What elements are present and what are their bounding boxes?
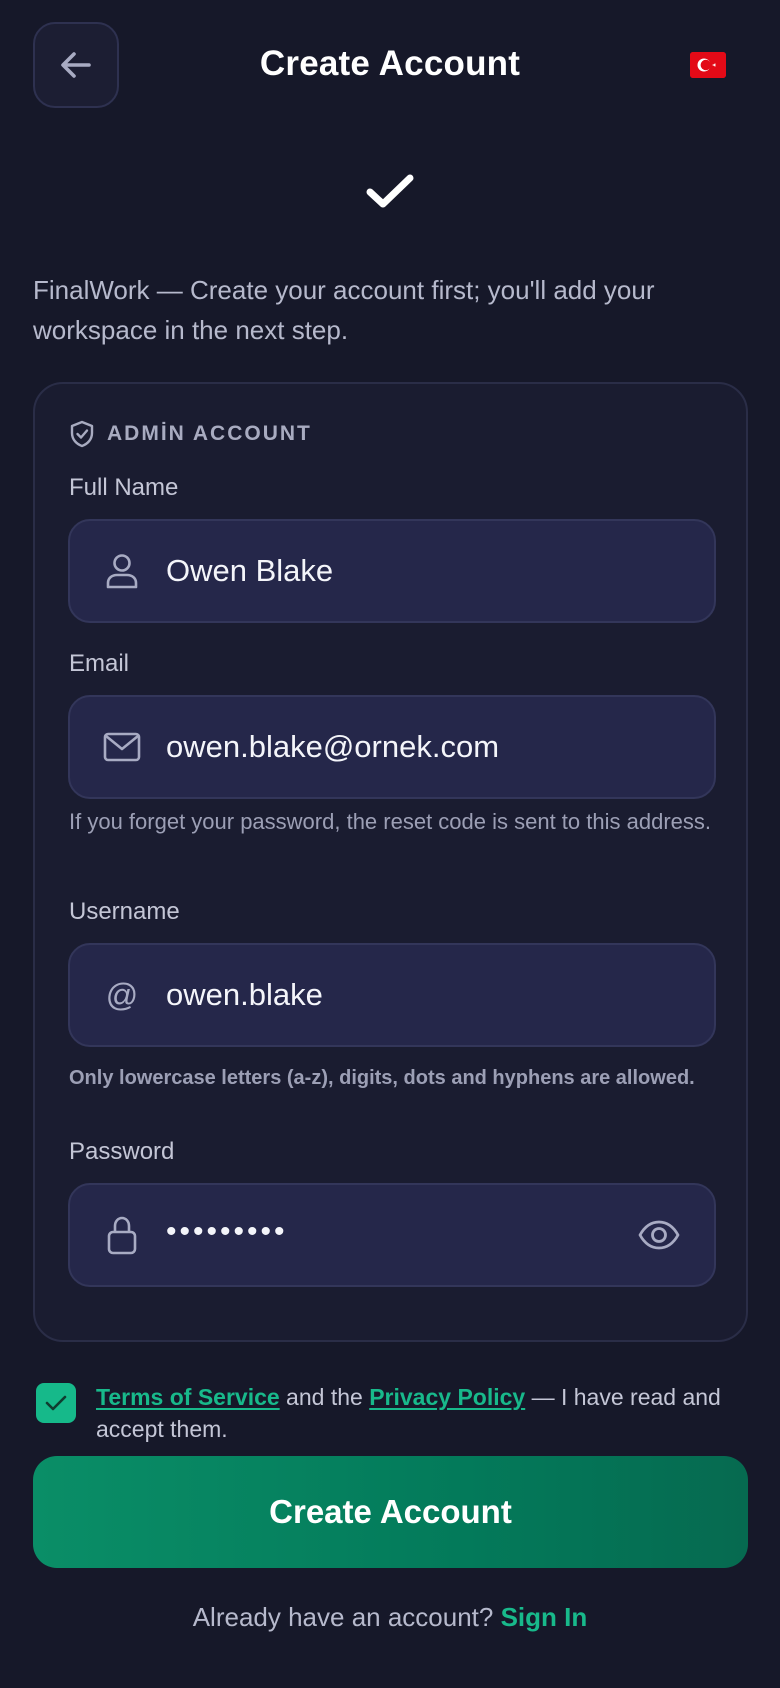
- username-input[interactable]: @ owen.blake: [68, 943, 716, 1047]
- terms-text: Terms of Service and the Privacy Policy …: [96, 1381, 756, 1445]
- terms-of-service-link[interactable]: Terms of Service: [96, 1384, 280, 1410]
- page-title: Create Account: [259, 44, 521, 83]
- terms-checkbox[interactable]: [36, 1383, 76, 1423]
- lock-icon: [102, 1215, 142, 1255]
- terms-middle-text: and the: [279, 1384, 370, 1410]
- username-label: Username: [69, 898, 180, 925]
- eye-icon[interactable]: [638, 1217, 680, 1253]
- full-name-label: Full Name: [69, 474, 179, 501]
- create-account-button[interactable]: Create Account: [33, 1456, 748, 1568]
- username-value: owen.blake: [166, 977, 323, 1012]
- header: Create Account: [0, 0, 780, 132]
- full-name-input[interactable]: Owen Blake: [68, 519, 716, 623]
- at-icon: @: [102, 975, 142, 1015]
- username-hint: Only lowercase letters (a-z), digits, do…: [69, 1067, 695, 1089]
- full-name-value: Owen Blake: [166, 553, 334, 588]
- intro-text: FinalWork — Create your account first; y…: [33, 275, 655, 345]
- password-input[interactable]: •••••••••: [68, 1183, 716, 1287]
- create-account-page: Create Account FinalWork — Create your a…: [0, 0, 780, 1688]
- checkmark-icon: [364, 170, 416, 214]
- section-label: ADMİN ACCOUNT: [69, 420, 312, 448]
- sign-in-link[interactable]: Sign In: [501, 1602, 588, 1632]
- email-input[interactable]: owen.blake@ornek.com: [68, 695, 716, 799]
- email-label: Email: [69, 650, 130, 677]
- mail-icon: [102, 727, 142, 767]
- footer-prompt: Already have an account?: [192, 1602, 501, 1632]
- email-hint: If you forget your password, the reset c…: [69, 809, 711, 834]
- password-label: Password: [69, 1138, 175, 1165]
- email-value: owen.blake@ornek.com: [166, 729, 500, 764]
- privacy-policy-link[interactable]: Privacy Policy: [369, 1384, 525, 1410]
- password-value: •••••••••: [166, 1215, 288, 1248]
- footer: Already have an account? Sign In: [0, 1602, 780, 1633]
- at-glyph: @: [105, 976, 139, 1013]
- shield-check-icon: [70, 420, 94, 448]
- section-label-text: ADMİN ACCOUNT: [107, 422, 312, 445]
- user-icon: [102, 551, 142, 591]
- turkish-flag-icon[interactable]: [690, 52, 726, 78]
- check-icon: [45, 1395, 67, 1411]
- admin-account-card: ADMİN ACCOUNT Full Name Owen Blake Email: [33, 382, 748, 1342]
